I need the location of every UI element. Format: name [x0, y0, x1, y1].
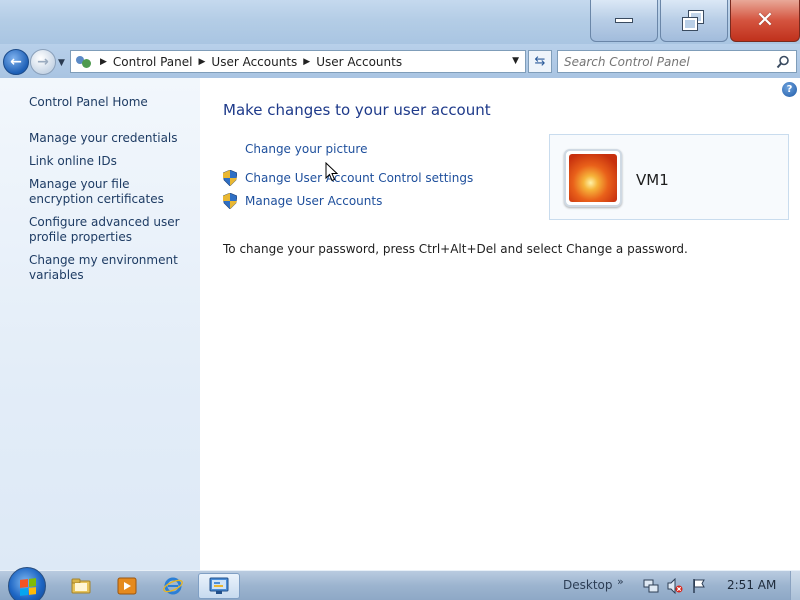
clock[interactable]: 2:51 AM — [727, 578, 776, 592]
minimize-button[interactable] — [590, 0, 658, 42]
action-center-flag-icon[interactable] — [691, 578, 707, 594]
media-player-icon — [117, 577, 137, 595]
refresh-button[interactable]: ⇆ — [528, 50, 552, 73]
search-icon[interactable] — [776, 55, 790, 69]
taskbar-internet-explorer[interactable] — [152, 573, 194, 599]
sidebar-item-file-encryption[interactable]: Manage your file encryption certificates — [29, 177, 194, 207]
address-bar[interactable]: ▶ Control Panel ▶ User Accounts ▶ User A… — [70, 50, 526, 73]
password-info-text: To change your password, press Ctrl+Alt+… — [223, 242, 688, 256]
breadcrumb-separator-icon[interactable]: ▶ — [100, 57, 107, 67]
close-icon: ✕ — [755, 8, 775, 33]
page-title: Make changes to your user account — [223, 101, 491, 119]
start-button[interactable] — [8, 567, 46, 600]
control-panel-icon — [209, 577, 229, 594]
change-picture-link[interactable]: Change your picture — [245, 142, 367, 156]
navigation-bar: ← → ▼ ▶ Control Panel ▶ User Accounts ▶ … — [0, 44, 800, 78]
restore-button[interactable] — [660, 0, 728, 42]
sidebar-item-environment-variables[interactable]: Change my environment variables — [29, 253, 194, 283]
explorer-icon — [71, 578, 91, 594]
breadcrumb-separator-icon[interactable]: ▶ — [303, 57, 310, 67]
tasks-pane: Control Panel Home Manage your credentia… — [0, 78, 200, 570]
user-name: VM1 — [636, 171, 669, 189]
help-icon[interactable]: ? — [782, 82, 797, 97]
show-hidden-icons-button[interactable]: » — [617, 575, 624, 588]
recent-pages-dropdown[interactable]: ▼ — [58, 58, 65, 68]
user-picture[interactable] — [564, 149, 622, 207]
refresh-icon: ⇆ — [534, 54, 546, 69]
user-account-tile: VM1 — [549, 134, 789, 220]
show-desktop-button[interactable] — [790, 571, 800, 600]
windows-logo-icon — [20, 578, 36, 596]
breadcrumb-user-accounts[interactable]: User Accounts — [211, 55, 297, 69]
desktop-toolbar-label[interactable]: Desktop — [563, 578, 613, 592]
shield-icon — [223, 193, 237, 209]
sidebar-item-advanced-profile[interactable]: Configure advanced user profile properti… — [29, 215, 194, 245]
sidebar-item-link-online-ids[interactable]: Link online IDs — [29, 154, 194, 169]
back-button[interactable]: ← — [3, 49, 29, 75]
network-icon[interactable] — [643, 578, 659, 594]
breadcrumb-control-panel[interactable]: Control Panel — [113, 55, 193, 69]
minimize-icon — [615, 18, 633, 23]
taskbar: Desktop » 2:51 AM — [0, 567, 800, 600]
breadcrumb-separator-icon[interactable]: ▶ — [199, 57, 206, 67]
shield-icon — [223, 170, 237, 186]
sidebar-item-manage-credentials[interactable]: Manage your credentials — [29, 131, 194, 146]
taskbar-control-panel[interactable] — [198, 573, 240, 599]
window-titlebar: ✕ — [0, 0, 800, 44]
main-content: ? Make changes to your user account Chan… — [200, 78, 800, 570]
search-input[interactable] — [564, 54, 764, 69]
address-dropdown-icon[interactable]: ▼ — [512, 56, 519, 66]
forward-arrow-icon: → — [37, 54, 49, 70]
volume-muted-icon[interactable] — [667, 578, 683, 594]
uac-settings-link[interactable]: Change User Account Control settings — [245, 171, 473, 185]
back-arrow-icon: ← — [10, 54, 22, 70]
flower-picture-icon — [569, 154, 617, 202]
sidebar-item-control-panel-home[interactable]: Control Panel Home — [29, 95, 194, 110]
manage-user-accounts-link[interactable]: Manage User Accounts — [245, 194, 382, 208]
taskbar-explorer[interactable] — [60, 573, 102, 599]
search-box[interactable] — [557, 50, 797, 73]
restore-icon — [682, 9, 705, 31]
user-accounts-icon — [74, 52, 94, 72]
taskbar-media-player[interactable] — [106, 573, 148, 599]
breadcrumb-user-accounts-current[interactable]: User Accounts — [316, 55, 402, 69]
forward-button[interactable]: → — [30, 49, 56, 75]
close-button[interactable]: ✕ — [730, 0, 800, 42]
internet-explorer-icon — [163, 577, 183, 595]
mouse-cursor-icon — [325, 162, 339, 182]
